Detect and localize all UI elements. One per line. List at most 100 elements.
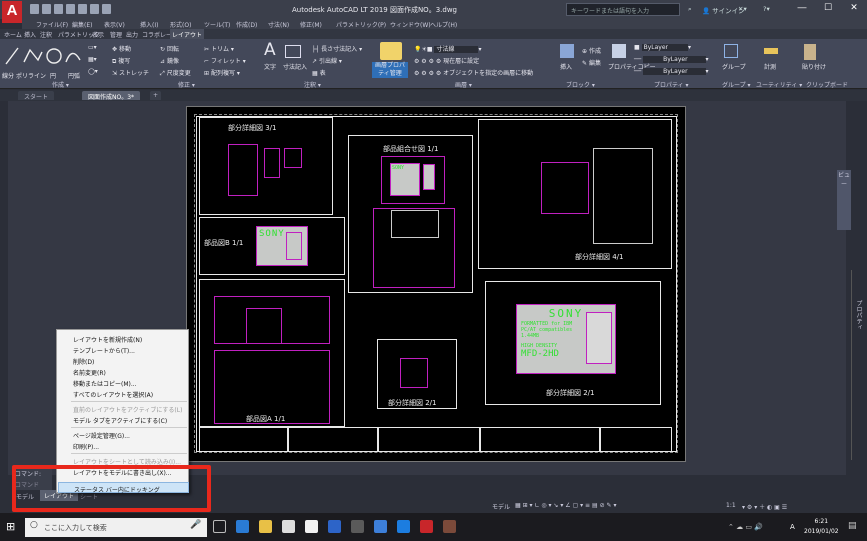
table-button[interactable]: ▦ 表 <box>312 68 326 77</box>
select-all-layouts-item[interactable]: すべてのレイアウトを選択(A) <box>73 390 153 399</box>
new-layout-item[interactable]: レイアウトを新規作成(N) <box>73 335 142 344</box>
saveas-icon[interactable] <box>66 4 75 14</box>
match-properties-icon[interactable] <box>612 44 626 58</box>
viewport-part-a[interactable]: 部品図A 1/1 <box>199 279 345 427</box>
menu-item[interactable]: 編集(E) <box>72 20 92 29</box>
layer-properties-button[interactable]: 画層プロパティ管理 <box>372 62 408 78</box>
viewport-detail-2b[interactable]: SONY FORMATTED for IBM PC/AT compatibles… <box>485 281 661 405</box>
taskbar-search-input[interactable]: ここに入力して検索 <box>25 518 207 537</box>
properties-palette-tab[interactable]: プロパティ <box>851 270 865 460</box>
paper-sheet[interactable]: 部分詳細図 3/1 部品組合せ図 1/1 SONY 部分詳細図 4/1 部品図B… <box>186 106 686 462</box>
binoculars-icon[interactable]: ⌕ <box>688 5 692 14</box>
draw-panel-title[interactable]: 作成 ▾ <box>52 80 69 89</box>
menu-item[interactable]: ツール(T) <box>204 20 230 29</box>
menu-item[interactable]: 形式(O) <box>170 20 191 29</box>
status-settings-icons[interactable]: ▾ ⚙ ▾ ＋ ◐ ▣ ☰ <box>742 502 787 511</box>
undo-icon[interactable] <box>90 4 99 14</box>
menu-item[interactable]: ヘルプ(H) <box>430 20 457 29</box>
ime-indicator[interactable]: A <box>790 523 795 531</box>
block-panel-title[interactable]: ブロック ▾ <box>566 80 595 89</box>
viewport-detail-3[interactable]: 部分詳細図 3/1 <box>199 117 333 215</box>
menu-item[interactable]: 挿入(I) <box>140 20 158 29</box>
hatch-icon[interactable]: ▦▾ <box>88 56 97 63</box>
new-tab-button[interactable]: + <box>150 91 162 100</box>
page-setup-item[interactable]: ページ設定管理(G)... <box>73 431 130 440</box>
layer-dropdown[interactable]: 💡☀■ 寸法線 ▾ <box>414 44 481 53</box>
activate-model-tab-item[interactable]: モデル タブをアクティブにする(C) <box>73 416 167 425</box>
menu-item[interactable]: 寸法(N) <box>268 20 289 29</box>
group-icon[interactable] <box>724 44 738 58</box>
search-input[interactable]: キーワードまたは語句を入力 <box>566 3 680 16</box>
polyline-button[interactable]: ポリライン <box>16 71 46 80</box>
linear-dim-button[interactable]: ├┤ 長さ寸法記入 ▾ <box>312 44 362 53</box>
lineweight-dropdown[interactable]: ── ByLayer ▾ <box>634 68 709 75</box>
file-tab-drawing[interactable]: 図面作成NO。3* <box>82 91 141 101</box>
viewport-detail-2a[interactable]: 部分詳細図 2/1 <box>377 339 457 409</box>
trim-button[interactable]: ✂ トリム ▾ <box>204 44 234 53</box>
scale-button[interactable]: 1:1 <box>726 502 736 509</box>
scale-button[interactable]: ⤢ 尺度変更 <box>160 68 191 78</box>
layer-properties-icon[interactable] <box>380 42 402 60</box>
circle-button[interactable]: 円 <box>50 71 56 80</box>
color-dropdown[interactable]: ■ ByLayer ▾ <box>634 44 691 51</box>
block-create-button[interactable]: ⊕ 作成 <box>582 46 601 55</box>
arc-button[interactable]: 円弧 <box>68 71 80 80</box>
delete-item[interactable]: 削除(D) <box>73 357 94 366</box>
plot-icon[interactable] <box>78 4 87 14</box>
move-button[interactable]: ✥ 移動 <box>112 44 131 53</box>
windows-start-icon[interactable]: ⊞ <box>6 520 15 533</box>
properties-panel-title[interactable]: プロパティ ▾ <box>654 80 689 89</box>
insert-icon[interactable] <box>560 44 574 58</box>
clipboard-panel-title[interactable]: クリップボード <box>806 80 848 89</box>
dimension-button[interactable]: 寸法記入 <box>283 62 307 71</box>
block-edit-button[interactable]: ✎ 編集 <box>582 58 601 67</box>
explorer-icon[interactable] <box>259 520 272 533</box>
paste-button[interactable]: 貼り付け <box>802 62 826 71</box>
leader-button[interactable]: ↗ 引出線 ▾ <box>312 56 342 65</box>
group-panel-title[interactable]: グループ ▾ <box>722 80 751 89</box>
menu-item[interactable]: 修正(M) <box>300 20 322 29</box>
annotation-panel-title[interactable]: 注釈 ▾ <box>304 80 321 89</box>
viewport-part-b[interactable]: 部品図B 1/1 SONY <box>199 217 345 275</box>
store-icon[interactable] <box>305 520 318 533</box>
draw-tools-icons[interactable] <box>4 42 86 70</box>
file-tab-start[interactable]: スタート <box>18 91 55 101</box>
paste-icon[interactable] <box>804 44 816 60</box>
menu-item[interactable]: ウィンドウ(W) <box>390 20 431 29</box>
menu-item[interactable]: 作成(D) <box>236 20 257 29</box>
fillet-button[interactable]: ⌐ フィレット ▾ <box>204 56 246 65</box>
viewport-assembly[interactable]: 部品組合せ図 1/1 SONY <box>348 135 473 293</box>
app-icon-2[interactable] <box>351 520 364 533</box>
measure-button[interactable]: 計測 <box>764 62 776 71</box>
utility-panel-title[interactable]: ユーティリティ ▾ <box>756 80 802 89</box>
menu-item[interactable]: ファイル(F) <box>36 20 68 29</box>
modify-panel-title[interactable]: 修正 ▾ <box>178 80 195 89</box>
redo-icon[interactable] <box>102 4 111 14</box>
menu-item[interactable]: 表示(V) <box>104 20 125 29</box>
app-menu-button[interactable]: A <box>2 1 22 23</box>
stretch-button[interactable]: ⇲ ストレッチ <box>112 68 149 77</box>
help-icon[interactable]: ?▾ <box>763 5 770 13</box>
task-view-icon[interactable] <box>213 520 226 533</box>
model-space-button[interactable]: モデル <box>492 502 510 511</box>
system-tray-icons[interactable]: ⌃ ☁ ▭ 🔊 <box>728 523 763 531</box>
insert-button[interactable]: 挿入 <box>560 62 572 71</box>
notification-icon[interactable]: ▤ <box>848 521 857 531</box>
rotate-button[interactable]: ↻ 回転 <box>160 44 179 53</box>
microphone-icon[interactable]: 🎤 <box>190 520 201 530</box>
from-template-item[interactable]: テンプレートから(T)... <box>73 346 135 355</box>
viewport-detail-4[interactable]: 部分詳細図 4/1 <box>478 119 672 269</box>
app-icon-1[interactable] <box>328 520 341 533</box>
save-icon[interactable] <box>54 4 63 14</box>
edge-icon[interactable] <box>236 520 249 533</box>
view-palette-tab[interactable]: ビュー <box>837 170 851 230</box>
ellipse-icon[interactable]: ◯▾ <box>88 68 98 75</box>
move-copy-item[interactable]: 移動またはコピー(M)... <box>73 379 137 388</box>
line-button[interactable]: 線分 <box>2 71 14 80</box>
close-button[interactable]: ✕ <box>844 3 864 17</box>
linetype-dropdown[interactable]: ── ByLayer ▾ <box>634 56 709 63</box>
rename-item[interactable]: 名前変更(R) <box>73 368 106 377</box>
text-button[interactable]: 文字 <box>264 62 276 71</box>
mirror-button[interactable]: ⊿ 鏡像 <box>160 56 179 65</box>
exchange-icon[interactable]: ✕▾ <box>738 5 747 13</box>
